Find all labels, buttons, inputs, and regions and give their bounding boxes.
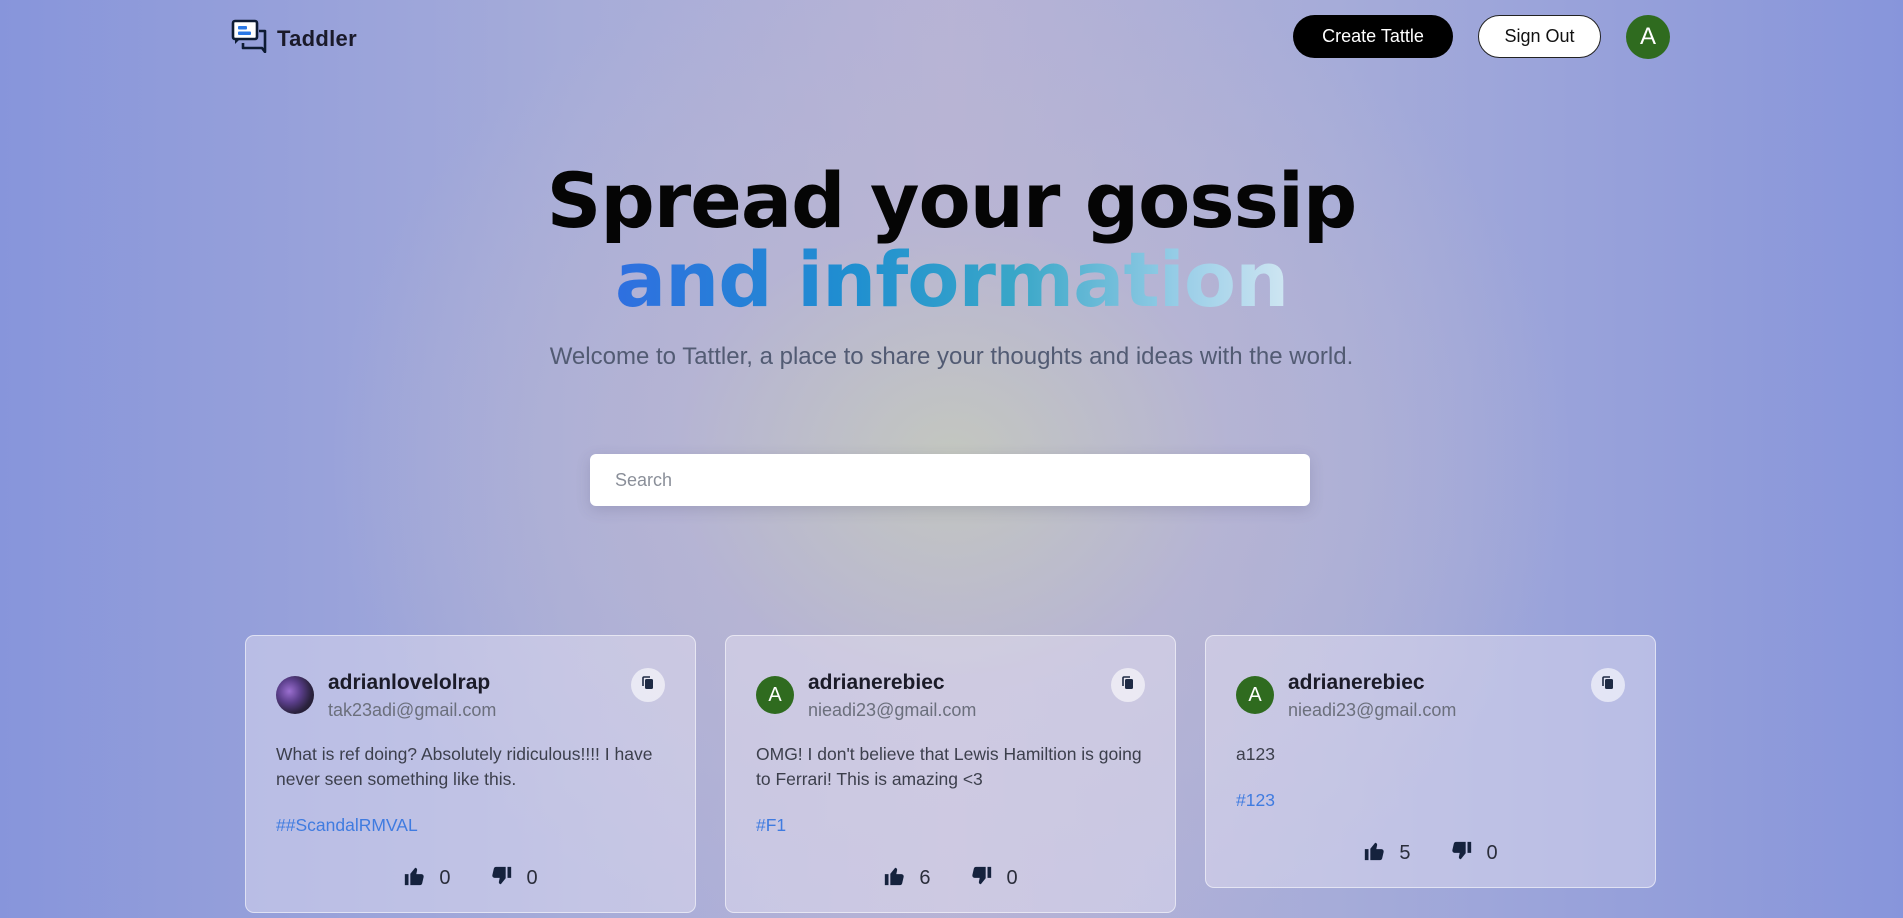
card-hashtag[interactable]: #F1 (756, 815, 786, 836)
card-content: What is ref doing? Absolutely ridiculous… (276, 744, 653, 789)
reactions-bar: 5 0 (1206, 840, 1655, 867)
copy-icon (1600, 675, 1616, 696)
card-hashtag[interactable]: ##ScandalRMVAL (276, 815, 418, 836)
thumbs-down-icon (1451, 840, 1473, 867)
search-input[interactable] (590, 454, 1310, 506)
like-button[interactable]: 0 (403, 865, 451, 892)
card-username: adrianlovelolrap (328, 671, 491, 694)
dislike-count: 0 (1006, 867, 1018, 889)
like-count: 6 (919, 867, 931, 889)
dislike-count: 0 (526, 867, 538, 889)
hero-title: Spread your gossip (546, 156, 1358, 245)
copy-button[interactable] (1111, 668, 1145, 702)
avatar (276, 676, 314, 714)
card-hashtag[interactable]: #123 (1236, 790, 1275, 811)
sign-out-button[interactable]: Sign Out (1478, 15, 1601, 58)
brand-name: Taddler (277, 25, 357, 51)
top-nav: Taddler Create Tattle Sign Out A (0, 0, 1903, 75)
tattle-card: A adrianerebiec nieadi23@gmail.com a123 … (1205, 635, 1656, 888)
card-content: OMG! I don't believe that Lewis Hamiltio… (756, 744, 1142, 789)
tattle-card: A adrianerebiec nieadi23@gmail.com OMG! … (725, 635, 1176, 913)
avatar: A (756, 676, 794, 714)
like-count: 5 (1399, 842, 1411, 864)
like-button[interactable]: 6 (883, 865, 931, 892)
thumbs-up-icon (883, 865, 905, 892)
card-email: nieadi23@gmail.com (808, 700, 977, 720)
brand-logo[interactable]: Taddler (231, 19, 357, 58)
copy-button[interactable] (1591, 668, 1625, 702)
hero-title-highlight: and information (0, 242, 1903, 318)
user-avatar[interactable]: A (1626, 15, 1670, 59)
like-button[interactable]: 5 (1363, 840, 1411, 867)
hero-subtitle: Welcome to Tattler, a place to share you… (549, 343, 1354, 370)
card-content: a123 (1236, 744, 1275, 764)
reactions-bar: 6 0 (726, 865, 1175, 892)
avatar: A (1236, 676, 1274, 714)
dislike-button[interactable]: 0 (1451, 840, 1498, 867)
thumbs-down-icon (971, 865, 993, 892)
copy-icon (640, 675, 656, 696)
dislike-button[interactable]: 0 (971, 865, 1018, 892)
thumbs-down-icon (491, 865, 513, 892)
tattle-card: adrianlovelolrap tak23adi@gmail.com What… (245, 635, 696, 913)
chat-bubbles-icon (231, 19, 267, 58)
card-username: adrianerebiec (808, 671, 945, 694)
card-username: adrianerebiec (1288, 671, 1425, 694)
like-count: 0 (439, 867, 451, 889)
reactions-bar: 0 0 (246, 865, 695, 892)
card-email: tak23adi@gmail.com (328, 700, 497, 720)
dislike-count: 0 (1486, 842, 1498, 864)
card-email: nieadi23@gmail.com (1288, 700, 1457, 720)
dislike-button[interactable]: 0 (491, 865, 538, 892)
create-tattle-button[interactable]: Create Tattle (1293, 15, 1453, 58)
hero-title-gradient-text: and information (614, 235, 1289, 324)
thumbs-up-icon (403, 865, 425, 892)
copy-icon (1120, 675, 1136, 696)
thumbs-up-icon (1363, 840, 1385, 867)
copy-button[interactable] (631, 668, 665, 702)
